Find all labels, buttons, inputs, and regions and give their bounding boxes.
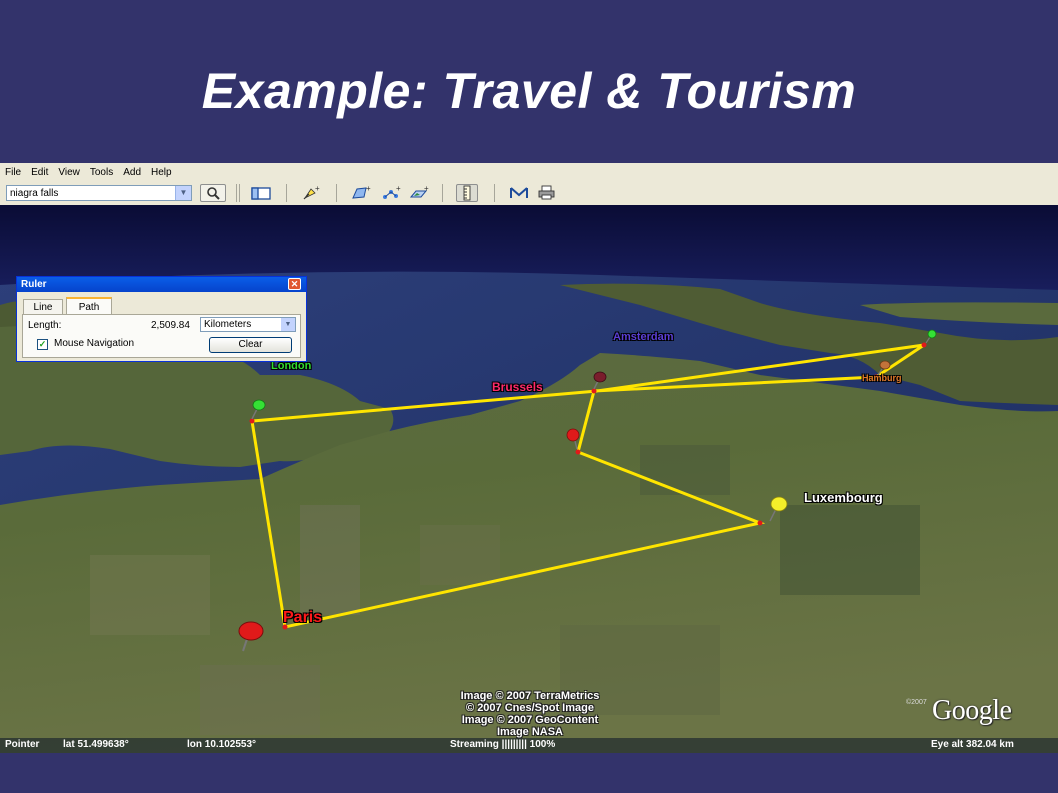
eye-altitude-readout: Eye alt 382.04 km [931,739,1014,750]
svg-text:+: + [366,184,371,193]
path-vertex [921,342,927,348]
path-vertex [591,388,597,394]
logo-year: ©2007 [906,699,927,706]
search-input[interactable] [7,186,181,200]
menu-help[interactable]: Help [146,167,177,178]
path-add-icon: + [383,184,401,199]
ruler-titlebar[interactable]: Ruler ✕ [17,277,306,292]
terrain-patch [200,665,320,735]
map-view[interactable]: London Amsterdam Brussels Luxembourg Par… [0,205,1058,753]
units-select[interactable]: Kilometers ▼ [200,317,296,332]
imagery-credit: © 2007 Cnes/Spot Image [466,702,594,714]
search-box: ▼ [6,185,192,201]
path-vertex [757,520,763,526]
imagery-credit: Image © 2007 GeoContent [461,714,599,726]
path-vertex [249,418,255,424]
chevron-down-icon[interactable]: ▼ [281,318,295,331]
search-icon [207,187,220,200]
toolbar-separator [336,184,337,202]
add-placemark-button[interactable]: + [300,184,322,202]
search-button[interactable] [200,184,226,202]
search-dropdown-button[interactable]: ▼ [175,186,191,200]
email-icon [510,187,528,198]
google-logo: Google [932,695,1012,726]
print-button[interactable] [536,184,558,202]
sidebar-toggle-button[interactable] [250,184,272,202]
mouse-navigation-label: Mouse Navigation [54,338,135,349]
tab-path[interactable]: Path [66,297,112,314]
city-label-hamburg[interactable]: Hamburg [862,373,902,383]
image-overlay-icon: + [409,184,429,198]
svg-text:+: + [315,184,320,193]
menu-tools[interactable]: Tools [85,167,118,178]
imagery-credit: Image © 2007 TerraMetrics [460,690,600,702]
svg-text:+: + [424,184,429,193]
polygon-add-icon: + [352,184,371,199]
terrain-patch [90,555,210,635]
toolbar-separator [494,184,495,202]
terrain-patch [300,505,360,615]
ruler-title: Ruler [21,279,47,290]
toolbar-separator [286,184,287,202]
ruler-button[interactable] [456,184,478,202]
terrain-patch [780,505,920,595]
slide-title: Example: Travel & Tourism [201,63,857,119]
print-icon [538,185,555,200]
placemark-add-icon: + [303,184,320,200]
tab-line[interactable]: Line [23,299,63,314]
clear-button[interactable]: Clear [209,337,292,353]
city-label-paris[interactable]: Paris [283,609,322,627]
toolbar-separator [239,184,240,202]
units-value: Kilometers [204,319,252,330]
length-value: 2,509.84 [151,320,190,331]
menu-bar: File Edit View Tools Add Help [0,163,1058,181]
menu-edit[interactable]: Edit [26,167,53,178]
length-label: Length: [28,320,62,331]
imagery-credit: Image NASA [496,726,564,738]
streaming-status: Streaming ||||||||| 100% [450,739,556,750]
ruler-panel: Length: 2,509.84 Kilometers ▼ ✓ Mouse Na… [22,314,301,358]
city-label-luxembourg[interactable]: Luxembourg [804,490,883,505]
menu-add[interactable]: Add [118,167,146,178]
terrain-patch [640,445,730,495]
toolbar-separator [442,184,443,202]
path-vertex [575,449,581,455]
ruler-icon [463,185,471,201]
checkmark-icon: ✓ [38,339,47,349]
status-bar: Pointer lat 51.499638° lon 10.102553° St… [0,738,1058,753]
toolbar: ▼ + + [0,181,1058,206]
google-earth-window: File Edit View Tools Add Help ▼ [0,163,1058,753]
close-button[interactable]: ✕ [288,278,301,290]
close-icon: ✕ [290,279,299,289]
longitude-readout: lon 10.102553° [187,739,257,750]
toolbar-separator [236,184,237,202]
add-path-button[interactable]: + [380,184,402,202]
add-polygon-button[interactable]: + [350,184,372,202]
mouse-navigation-checkbox[interactable]: ✓ [37,339,48,350]
svg-text:+: + [396,184,401,193]
city-label-amsterdam[interactable]: Amsterdam [613,331,674,343]
email-button[interactable] [508,184,530,202]
sidebar-icon [251,187,271,200]
pointer-label: Pointer [5,739,40,750]
terrain-patch [420,525,500,585]
city-label-brussels[interactable]: Brussels [492,380,543,394]
menu-file[interactable]: File [0,167,26,178]
ruler-dialog: Ruler ✕ Line Path Length: 2,509.84 Kilom… [16,276,307,362]
add-overlay-button[interactable]: + [408,184,430,202]
latitude-readout: lat 51.499638° [63,739,129,750]
menu-view[interactable]: View [53,167,85,178]
